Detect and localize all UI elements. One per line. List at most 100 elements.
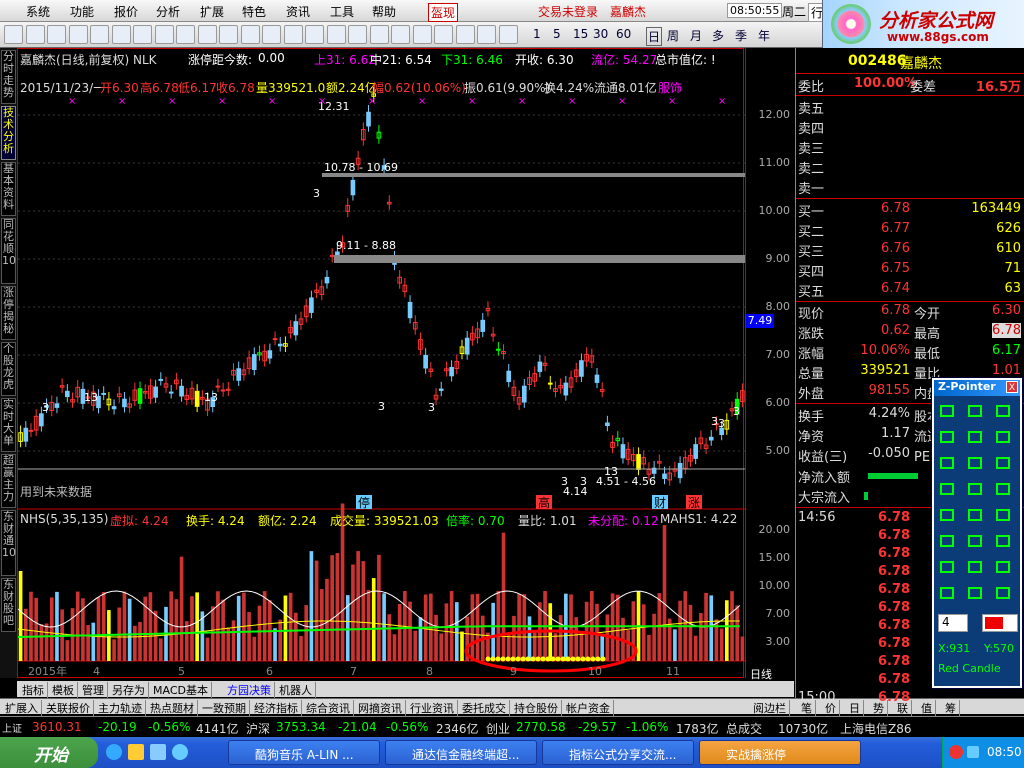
- eraser-icon[interactable]: [936, 452, 958, 474]
- menu-warning[interactable]: 盔现: [428, 3, 459, 22]
- tray-shield-icon[interactable]: [967, 746, 979, 758]
- period-60min[interactable]: 60: [616, 27, 631, 41]
- taskbar-item-formula[interactable]: 指标公式分享交流...: [542, 740, 694, 765]
- start-button[interactable]: 开始: [0, 737, 98, 768]
- period-year[interactable]: 年: [758, 27, 770, 44]
- period-30min[interactable]: 30: [593, 27, 608, 41]
- period-multi[interactable]: 多: [712, 27, 724, 44]
- info-tab-8[interactable]: 行业资讯: [407, 700, 458, 716]
- back-icon[interactable]: [4, 25, 23, 44]
- left-tab-8[interactable]: 东财通10: [1, 510, 16, 576]
- indicator-tab-3[interactable]: 另存为: [109, 682, 149, 698]
- indicator-tab-6[interactable]: 机器人: [276, 682, 316, 698]
- left-tab-9[interactable]: 东财股吧: [1, 578, 16, 632]
- menu-analysis[interactable]: 分析: [156, 3, 180, 20]
- menu-news[interactable]: 资讯: [286, 3, 310, 20]
- kline-icon[interactable]: [326, 25, 346, 44]
- info-tab-2[interactable]: 主力轨迹: [95, 700, 146, 716]
- taskbar-item-tdx[interactable]: 通达信金融终端超...: [385, 740, 537, 765]
- period-15min[interactable]: 15: [573, 27, 588, 41]
- select-icon[interactable]: [992, 426, 1014, 448]
- fill-ellipse-icon[interactable]: [936, 530, 958, 552]
- zoom-in-icon[interactable]: [90, 25, 109, 44]
- left-tab-0[interactable]: 分时走势: [1, 50, 16, 104]
- pen-color-select[interactable]: [982, 614, 1018, 632]
- chart-icon[interactable]: [283, 25, 303, 44]
- menu-function[interactable]: 功能: [70, 3, 94, 20]
- open-icon[interactable]: [936, 400, 958, 422]
- indicator-icon[interactable]: [348, 25, 367, 44]
- left-tab-5[interactable]: 个股龙虎: [1, 342, 16, 396]
- fill-rect-icon[interactable]: [992, 504, 1014, 526]
- taskbar-item-active[interactable]: 实战擒涨停: [699, 740, 861, 765]
- help-icon[interactable]: [992, 582, 1014, 604]
- period-day[interactable]: 日: [646, 27, 663, 46]
- period-1min[interactable]: 1: [533, 27, 541, 41]
- search-icon[interactable]: [992, 556, 1014, 578]
- undo-icon[interactable]: [936, 556, 958, 578]
- left-tab-1[interactable]: 技术分析: [1, 106, 16, 160]
- menu-feature[interactable]: 特色: [242, 3, 266, 20]
- arrow-icon[interactable]: [936, 582, 958, 604]
- pencil-icon[interactable]: [992, 452, 1014, 474]
- ray-icon[interactable]: [992, 478, 1014, 500]
- left-tab-3[interactable]: 同花顺10: [1, 218, 16, 284]
- macd-icon[interactable]: [391, 25, 410, 44]
- left-tab-7[interactable]: 超赢主力: [1, 454, 16, 508]
- z-pointer-palette[interactable]: Z-Pointer X 4 X:931 Y:570 Red Candle: [932, 378, 1022, 688]
- redo-icon[interactable]: [964, 556, 986, 578]
- period-quarter[interactable]: 季: [735, 27, 747, 44]
- trade-login-status[interactable]: 交易未登录: [538, 3, 598, 20]
- desktop-icon[interactable]: [150, 744, 166, 760]
- cross-icon[interactable]: [477, 25, 496, 44]
- info-tab-1[interactable]: 关联报价: [43, 700, 94, 716]
- news-icon[interactable]: [262, 25, 281, 44]
- list-icon[interactable]: [305, 25, 324, 44]
- line-icon[interactable]: [964, 478, 986, 500]
- refresh-icon[interactable]: [68, 25, 88, 44]
- forward-icon[interactable]: [25, 25, 45, 44]
- ie-icon[interactable]: [106, 744, 122, 760]
- pointer-icon[interactable]: [964, 582, 986, 604]
- save-icon[interactable]: [964, 400, 986, 422]
- copy-icon[interactable]: [936, 426, 958, 448]
- info-tab-7[interactable]: 网摘资讯: [355, 700, 406, 716]
- side-tab-0[interactable]: 阅边栏: [750, 700, 790, 716]
- color-picker-icon[interactable]: [964, 452, 986, 474]
- info-tab-5[interactable]: 经济指标: [251, 700, 302, 716]
- kline-chart-panel[interactable]: 嘉麟杰(日线,前复权) NLK 涨停距今数: 0.00 上31: 6.62 中2…: [17, 48, 745, 678]
- indicator-tab-0[interactable]: 指标: [19, 682, 48, 698]
- screenshot-icon[interactable]: [992, 400, 1014, 422]
- close-icon[interactable]: X: [1006, 381, 1018, 393]
- period-week[interactable]: 周: [667, 27, 679, 44]
- more-icon[interactable]: [498, 25, 518, 44]
- menu-system[interactable]: 系统: [26, 3, 50, 20]
- folder-icon[interactable]: [128, 744, 144, 760]
- rsi-icon[interactable]: [412, 25, 432, 44]
- tray-app-icon[interactable]: [949, 745, 963, 759]
- period-month[interactable]: 月: [690, 27, 702, 44]
- rect-icon[interactable]: [936, 504, 958, 526]
- text-icon[interactable]: [964, 530, 986, 552]
- info-tab-3[interactable]: 热点题材: [147, 700, 198, 716]
- indicator-tab-5[interactable]: 方园决策: [224, 682, 275, 698]
- paste-icon[interactable]: [964, 426, 986, 448]
- menu-help[interactable]: 帮助: [372, 3, 396, 20]
- f11-icon[interactable]: [240, 25, 260, 44]
- zoom-out-icon[interactable]: [111, 25, 131, 44]
- info-tab-10[interactable]: 持仓股份: [511, 700, 562, 716]
- info-tab-9[interactable]: 委托成交: [459, 700, 510, 716]
- info-tab-11[interactable]: 帐户资金: [563, 700, 614, 716]
- menu-extend[interactable]: 扩展: [200, 3, 224, 20]
- move-icon[interactable]: [455, 25, 475, 44]
- bias-icon[interactable]: [434, 25, 453, 44]
- f10-icon[interactable]: [219, 25, 238, 44]
- left-tab-6[interactable]: 实时大单: [1, 398, 16, 452]
- info-tab-0[interactable]: 扩展入: [2, 700, 42, 716]
- info-tab-6[interactable]: 综合资讯: [303, 700, 354, 716]
- text-aa-icon[interactable]: [992, 530, 1014, 552]
- indicator-tab-4[interactable]: MACD基本: [150, 682, 212, 698]
- left-icon[interactable]: [176, 25, 195, 44]
- info-tab-4[interactable]: 一致预期: [199, 700, 250, 716]
- left-tab-4[interactable]: 涨停揭秘: [1, 286, 16, 340]
